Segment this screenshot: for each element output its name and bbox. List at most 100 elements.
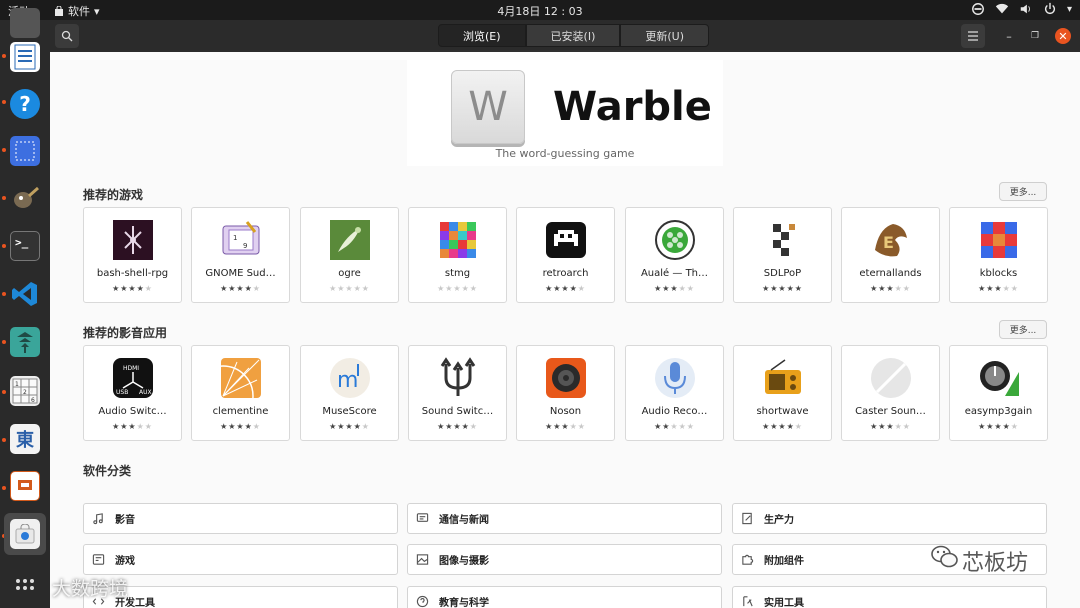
app-tile[interactable]: easymp3gain ★★★★★ — [949, 345, 1048, 441]
app-tile[interactable]: bash-shell-rpg ★★★★★ — [83, 207, 182, 303]
dock-item-help[interactable]: ? — [4, 83, 46, 125]
dock-item-impress[interactable] — [4, 465, 46, 507]
app-tile[interactable]: clementine ★★★★★ — [191, 345, 290, 441]
maximize-button[interactable]: ❐ — [1027, 28, 1043, 44]
star-icon: ★ — [244, 422, 253, 431]
app-tile[interactable]: ogre ★★★★★ — [300, 207, 399, 303]
app-tile[interactable]: Eeternallands ★★★★★ — [841, 207, 940, 303]
featured-banner[interactable]: W Warble The word-guessing game — [407, 60, 723, 166]
clock[interactable]: 4月18日 12 : 03 — [0, 3, 1080, 19]
dock-item-pagoda[interactable] — [4, 321, 46, 363]
category-label: 实用工具 — [764, 598, 804, 608]
star-icon: ★ — [794, 422, 803, 431]
gimp-icon — [10, 183, 40, 213]
category-education[interactable]: 教育与科学 — [407, 586, 722, 608]
games-more-button[interactable]: 更多... — [999, 182, 1047, 201]
app-tile[interactable]: shortwave ★★★★★ — [733, 345, 832, 441]
app-tile[interactable]: 1 9 GNOME Sud… ★★★★★ — [191, 207, 290, 303]
media-more-button[interactable]: 更多... — [999, 320, 1047, 339]
power-icon[interactable] — [1043, 2, 1057, 16]
gamepad-icon — [92, 554, 105, 565]
rating-stars: ★★★★★ — [842, 284, 939, 293]
app-tile[interactable]: SDLPoP ★★★★★ — [733, 207, 832, 303]
app-tile[interactable]: retroarch ★★★★★ — [516, 207, 615, 303]
category-developer[interactable]: 开发工具 — [83, 586, 398, 608]
svg-text:HDMI: HDMI — [123, 365, 139, 372]
close-icon: ✕ — [1058, 29, 1068, 43]
pagoda-app-icon — [10, 327, 40, 357]
category-audio-video[interactable]: 影音 — [83, 503, 398, 534]
rating-stars: ★★★★★ — [409, 284, 506, 293]
tab-browse[interactable]: 浏览(E) — [438, 24, 526, 47]
category-productivity[interactable]: 生产力 — [732, 503, 1047, 534]
star-icon: ★ — [762, 422, 771, 431]
app-tile[interactable]: stmg ★★★★★ — [408, 207, 507, 303]
app-tile[interactable]: Noson ★★★★★ — [516, 345, 615, 441]
rating-stars: ★★★★★ — [950, 422, 1047, 431]
system-tray[interactable]: ▾ — [971, 2, 1072, 16]
star-icon: ★ — [870, 284, 879, 293]
maximize-icon: ❐ — [1030, 31, 1040, 41]
star-icon: ★ — [1002, 422, 1011, 431]
star-icon: ★ — [128, 284, 137, 293]
close-button[interactable]: ✕ — [1055, 28, 1071, 44]
top-bar: 活动 软件 ▾ 4月18日 12 : 03 ▾ — [0, 0, 1080, 20]
dock-item-vscode[interactable] — [4, 273, 46, 315]
star-icon: ★ — [670, 284, 679, 293]
star-icon: ★ — [329, 284, 338, 293]
dock-item-gimp[interactable] — [4, 177, 46, 219]
tab-updates[interactable]: 更新(U) — [620, 24, 710, 47]
star-icon: ★ — [437, 284, 446, 293]
chevron-down-icon[interactable]: ▾ — [1067, 4, 1072, 15]
dock-item-software[interactable] — [4, 513, 46, 555]
star-icon: ★ — [978, 284, 987, 293]
dock-item-terminal[interactable]: >_ — [4, 225, 46, 267]
image-icon — [416, 554, 429, 565]
category-graphics[interactable]: 图像与摄影 — [407, 544, 722, 575]
minimize-button[interactable]: – — [1001, 28, 1017, 44]
star-icon: ★ — [794, 284, 803, 293]
puzzle-icon — [742, 554, 754, 565]
star-icon: ★ — [1010, 422, 1019, 431]
banner-title: Warble — [553, 84, 712, 130]
star-icon: ★ — [561, 284, 570, 293]
app-name: kblocks — [979, 268, 1018, 279]
sdlpop-icon — [769, 220, 797, 260]
category-utilities[interactable]: 实用工具 — [732, 586, 1047, 608]
show-applications-button[interactable] — [4, 567, 46, 608]
app-tile[interactable]: HDMI USB AUX Audio Switc… ★★★★★ — [83, 345, 182, 441]
app-tile[interactable]: Audio Reco… ★★★★★ — [625, 345, 724, 441]
svg-text:AUX: AUX — [139, 389, 152, 396]
dock-item-writer[interactable] — [4, 36, 46, 78]
dock-item-mahjong[interactable]: 東 — [4, 418, 46, 460]
app-tile[interactable]: Aualé — Th… ★★★★★ — [625, 207, 724, 303]
star-icon: ★ — [1010, 284, 1019, 293]
category-communication[interactable]: 通信与新闻 — [407, 503, 722, 534]
bash-shell-rpg-icon — [113, 220, 153, 260]
app-tile[interactable]: Caster Soun… ★★★★★ — [841, 345, 940, 441]
volume-icon[interactable] — [1019, 2, 1033, 16]
category-games[interactable]: 游戏 — [83, 544, 398, 575]
app-tile[interactable]: Sound Switc… ★★★★★ — [408, 345, 507, 441]
app-tile[interactable]: kblocks ★★★★★ — [949, 207, 1048, 303]
rating-stars: ★★★★★ — [301, 284, 398, 293]
tab-installed[interactable]: 已安装(I) — [525, 24, 621, 47]
star-icon: ★ — [329, 422, 338, 431]
minimize-icon: – — [1006, 29, 1012, 43]
tools-icon — [743, 596, 753, 607]
rating-stars: ★★★★★ — [84, 422, 181, 431]
star-icon: ★ — [569, 284, 578, 293]
software-center-icon — [10, 519, 40, 549]
no-disturb-icon[interactable] — [971, 2, 985, 16]
dock-item-sudoku[interactable]: 126 — [4, 370, 46, 412]
star-icon: ★ — [252, 422, 261, 431]
wifi-icon[interactable] — [995, 2, 1009, 16]
search-button[interactable] — [55, 24, 79, 48]
app-tile[interactable]: m MuseScore ★★★★★ — [300, 345, 399, 441]
main-menu-button[interactable] — [961, 24, 985, 48]
app-name: stmg — [444, 268, 471, 279]
category-label: 教育与科学 — [439, 598, 489, 608]
star-icon: ★ — [978, 422, 987, 431]
svg-text:m: m — [337, 368, 358, 393]
dock-item-screenshot[interactable] — [4, 130, 46, 172]
